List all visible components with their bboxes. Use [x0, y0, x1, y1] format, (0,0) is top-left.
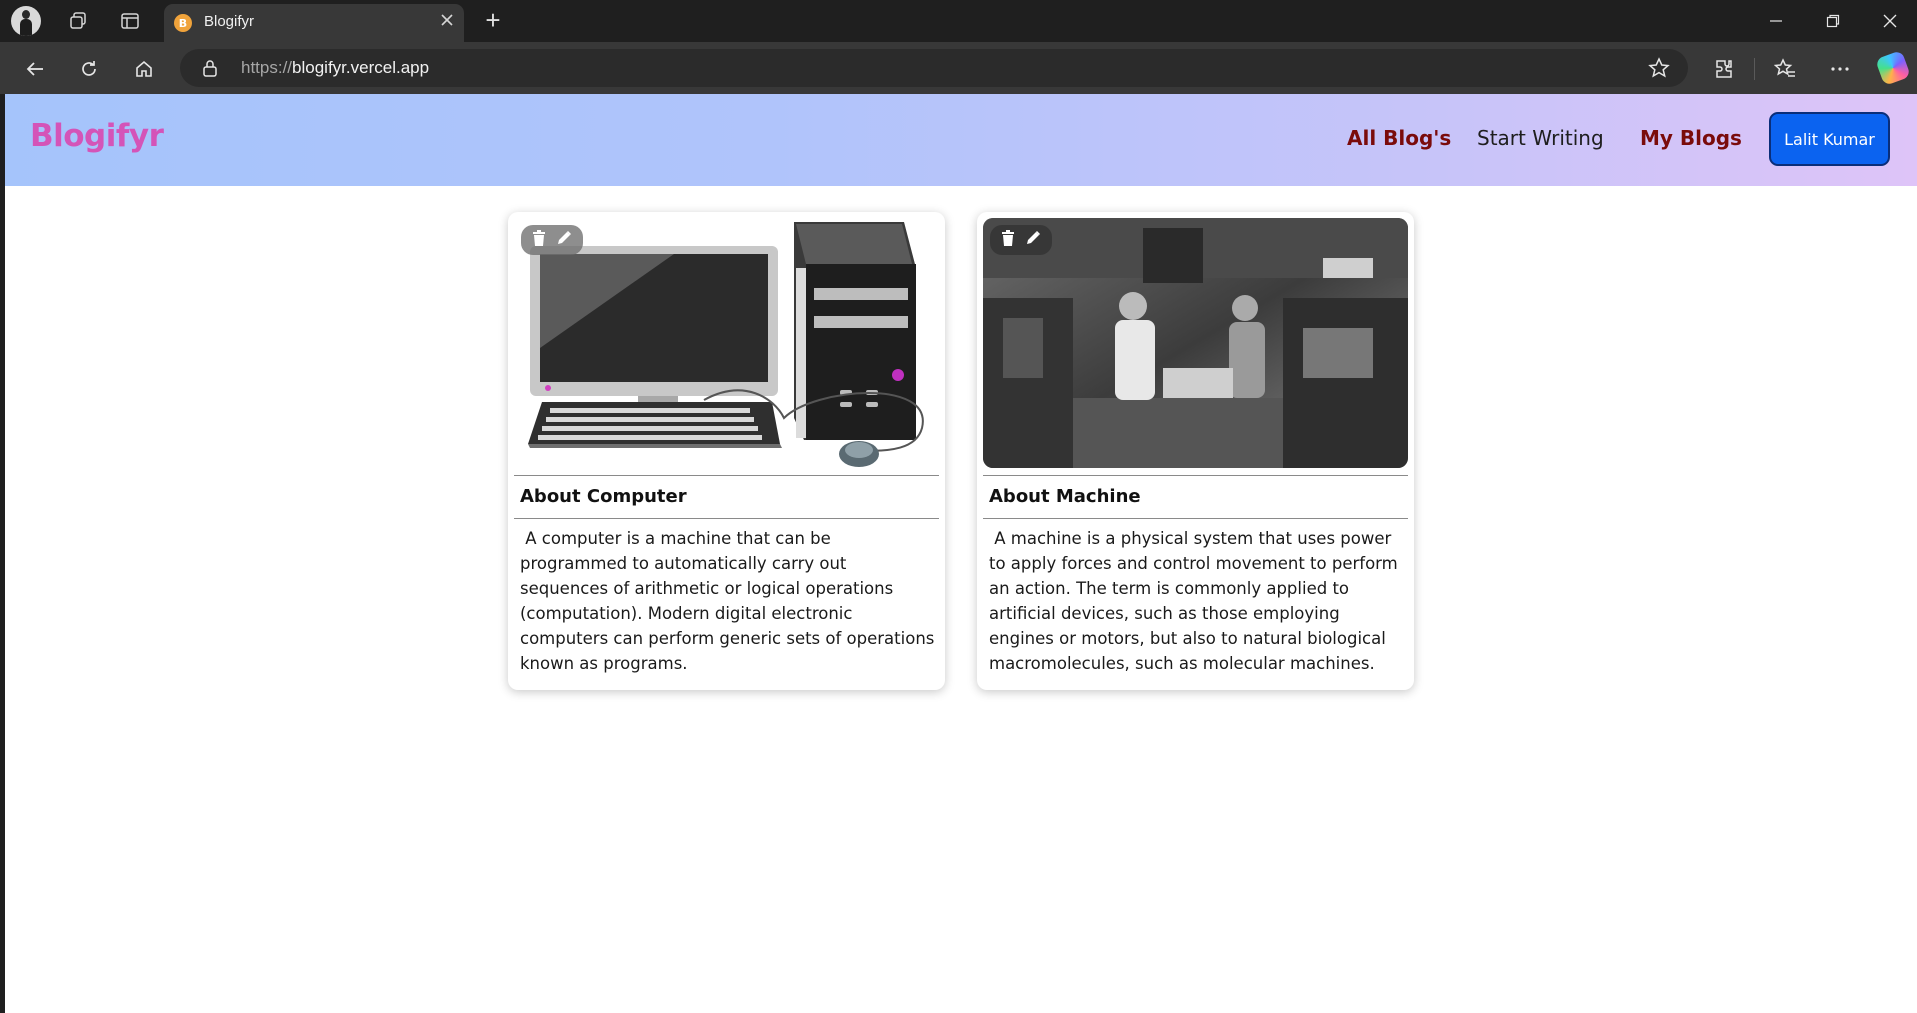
home-icon[interactable]	[127, 52, 161, 86]
close-tab-icon[interactable]	[440, 12, 454, 31]
back-icon[interactable]	[18, 52, 52, 86]
minimize-icon[interactable]	[1753, 8, 1799, 34]
browser-toolbar: https://blogifyr.vercel.app	[0, 42, 1917, 94]
user-profile-button[interactable]: Lalit Kumar	[1769, 112, 1890, 166]
pencil-icon[interactable]	[556, 230, 572, 250]
extensions-icon[interactable]	[1707, 52, 1741, 86]
computer-image	[514, 218, 939, 468]
address-bar[interactable]: https://blogifyr.vercel.app	[180, 49, 1688, 87]
nav-all-blogs[interactable]: All Blog's	[1347, 126, 1451, 150]
blog-card[interactable]: About Computer A computer is a machine t…	[508, 212, 945, 690]
more-options-icon[interactable]	[1823, 52, 1857, 86]
workspaces-icon[interactable]	[60, 6, 96, 36]
browser-tab-strip: B Blogifyr +	[0, 0, 1917, 42]
card-actions	[521, 225, 583, 255]
toolbar-divider	[1754, 58, 1755, 80]
favorites-icon[interactable]	[1768, 52, 1802, 86]
card-title[interactable]: About Computer	[520, 486, 687, 507]
blog-card[interactable]: About Machine A machine is a physical sy…	[977, 212, 1414, 690]
tab-title: Blogifyr	[204, 13, 255, 30]
card-divider	[983, 518, 1408, 519]
card-title[interactable]: About Machine	[989, 486, 1141, 507]
card-actions	[990, 225, 1052, 255]
trash-icon[interactable]	[532, 230, 546, 250]
lock-icon[interactable]	[202, 59, 218, 81]
restore-icon[interactable]	[1810, 8, 1856, 34]
url-text[interactable]: https://blogifyr.vercel.app	[241, 58, 429, 78]
nav-start-writing[interactable]: Start Writing	[1477, 126, 1604, 150]
vertical-tabs-icon[interactable]	[112, 6, 148, 36]
trash-icon[interactable]	[1001, 230, 1015, 250]
site-logo[interactable]: Blogifyr	[30, 118, 164, 154]
site-navbar: Blogifyr All Blog's Start Writing My Blo…	[5, 94, 1917, 186]
tab-blogifyr[interactable]: B Blogifyr	[164, 4, 464, 42]
card-body: A computer is a machine that can be prog…	[520, 529, 940, 673]
favicon: B	[174, 14, 192, 32]
profile-avatar[interactable]	[11, 6, 41, 36]
page-viewport: Blogifyr All Blog's Start Writing My Blo…	[5, 94, 1917, 1013]
card-divider	[514, 518, 939, 519]
refresh-icon[interactable]	[72, 52, 106, 86]
new-tab-icon[interactable]: +	[478, 6, 508, 36]
card-body: A machine is a physical system that uses…	[989, 529, 1403, 673]
close-window-icon[interactable]	[1867, 8, 1913, 34]
card-divider	[514, 475, 939, 476]
machine-image	[983, 218, 1408, 468]
card-divider	[983, 475, 1408, 476]
nav-my-blogs[interactable]: My Blogs	[1640, 126, 1742, 150]
pencil-icon[interactable]	[1025, 230, 1041, 250]
star-icon[interactable]	[1648, 57, 1670, 83]
